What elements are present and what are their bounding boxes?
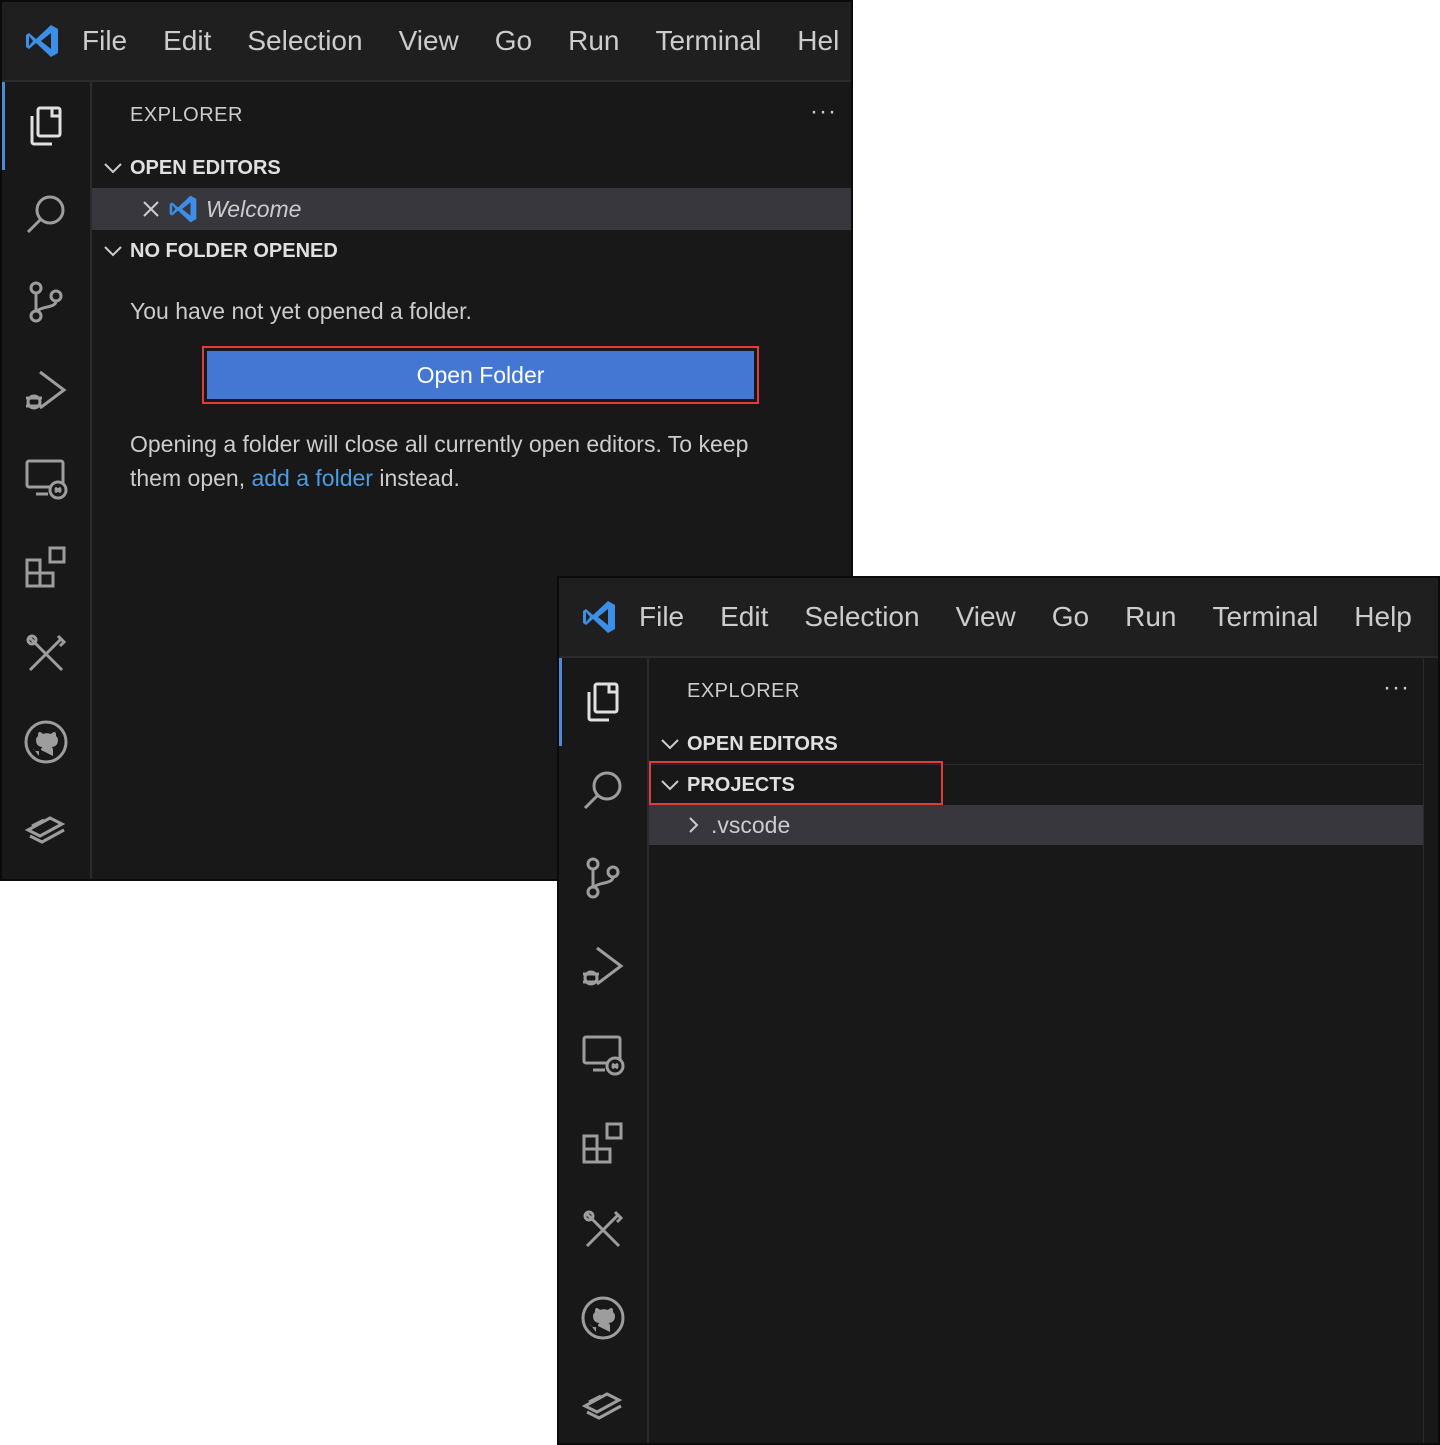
menu-file[interactable]: File xyxy=(639,601,684,633)
run-debug-icon[interactable] xyxy=(559,922,647,1010)
source-control-icon[interactable] xyxy=(2,258,90,346)
add-folder-link[interactable]: add a folder xyxy=(251,465,372,491)
menu-selection[interactable]: Selection xyxy=(247,25,362,57)
open-folder-highlight: Open Folder xyxy=(202,346,759,404)
explorer-icon[interactable] xyxy=(2,82,90,170)
menu-go[interactable]: Go xyxy=(495,25,532,57)
extensions-icon[interactable] xyxy=(559,1098,647,1186)
menu-go[interactable]: Go xyxy=(1052,601,1089,633)
no-folder-header[interactable]: NO FOLDER OPENED xyxy=(92,231,851,271)
menu-view[interactable]: View xyxy=(399,25,459,57)
menu-terminal[interactable]: Terminal xyxy=(655,25,761,57)
vscode-logo-icon xyxy=(26,25,58,57)
explorer-title: EXPLORER xyxy=(130,104,243,126)
tree-item-vscode[interactable]: .vscode xyxy=(649,805,1424,845)
projects-highlight xyxy=(649,761,943,805)
chevron-right-icon xyxy=(689,817,699,833)
search-icon[interactable] xyxy=(2,170,90,258)
no-folder-label: NO FOLDER OPENED xyxy=(130,239,338,262)
explorer-icon[interactable] xyxy=(559,658,647,746)
vscode-logo-icon xyxy=(583,601,615,633)
open-editors-header[interactable]: OPEN EDITORS xyxy=(649,724,1438,764)
menu-run[interactable]: Run xyxy=(568,25,619,57)
open-folder-button[interactable]: Open Folder xyxy=(207,351,754,399)
menu-run[interactable]: Run xyxy=(1125,601,1176,633)
menu-help[interactable]: Help xyxy=(1354,601,1412,633)
explorer-sidebar: EXPLORER ··· OPEN EDITORS PROJECTS .vsco… xyxy=(649,658,1438,1443)
menu-help[interactable]: Hel xyxy=(797,25,839,57)
more-actions-icon[interactable]: ··· xyxy=(1383,674,1410,702)
note-text-end: instead. xyxy=(372,465,460,491)
activity-bar xyxy=(559,658,649,1443)
close-icon[interactable] xyxy=(140,198,162,220)
more-actions-icon[interactable]: ··· xyxy=(810,98,837,126)
layers-icon[interactable] xyxy=(559,1362,647,1443)
menu-view[interactable]: View xyxy=(956,601,1016,633)
open-editors-header[interactable]: OPEN EDITORS xyxy=(92,148,851,188)
scrollbar-track[interactable] xyxy=(1423,658,1438,1443)
menu-edit[interactable]: Edit xyxy=(720,601,768,633)
github-icon[interactable] xyxy=(559,1274,647,1362)
menu-file[interactable]: File xyxy=(82,25,127,57)
vscode-file-icon xyxy=(169,195,197,223)
open-editors-label: OPEN EDITORS xyxy=(687,732,838,755)
source-control-icon[interactable] xyxy=(559,834,647,922)
vscode-window-projects: File Edit Selection View Go Run Terminal… xyxy=(557,576,1440,1445)
menu-bar: File Edit Selection View Go Run Terminal… xyxy=(2,2,851,82)
open-folder-note: Opening a folder will close all currentl… xyxy=(130,427,791,495)
github-icon[interactable] xyxy=(2,698,90,786)
run-debug-icon[interactable] xyxy=(2,346,90,434)
open-editors-label: OPEN EDITORS xyxy=(130,156,281,179)
explorer-title: EXPLORER xyxy=(687,680,800,702)
chevron-down-icon xyxy=(104,163,122,174)
menu-bar: File Edit Selection View Go Run Terminal… xyxy=(559,578,1438,658)
chevron-down-icon xyxy=(661,739,679,750)
menu-edit[interactable]: Edit xyxy=(163,25,211,57)
menu-terminal[interactable]: Terminal xyxy=(1212,601,1318,633)
tools-icon[interactable] xyxy=(559,1186,647,1274)
tools-icon[interactable] xyxy=(2,610,90,698)
remote-explorer-icon[interactable] xyxy=(559,1010,647,1098)
extensions-icon[interactable] xyxy=(2,522,90,610)
activity-bar xyxy=(2,82,92,879)
chevron-down-icon xyxy=(104,246,122,257)
vscode-folder-label: .vscode xyxy=(711,811,791,838)
open-editor-welcome[interactable]: Welcome xyxy=(92,188,851,230)
welcome-tab-label: Welcome xyxy=(206,195,302,222)
layers-icon[interactable] xyxy=(2,786,90,874)
menu-selection[interactable]: Selection xyxy=(804,601,919,633)
remote-explorer-icon[interactable] xyxy=(2,434,90,522)
search-icon[interactable] xyxy=(559,746,647,834)
no-folder-message: You have not yet opened a folder. xyxy=(130,298,472,324)
